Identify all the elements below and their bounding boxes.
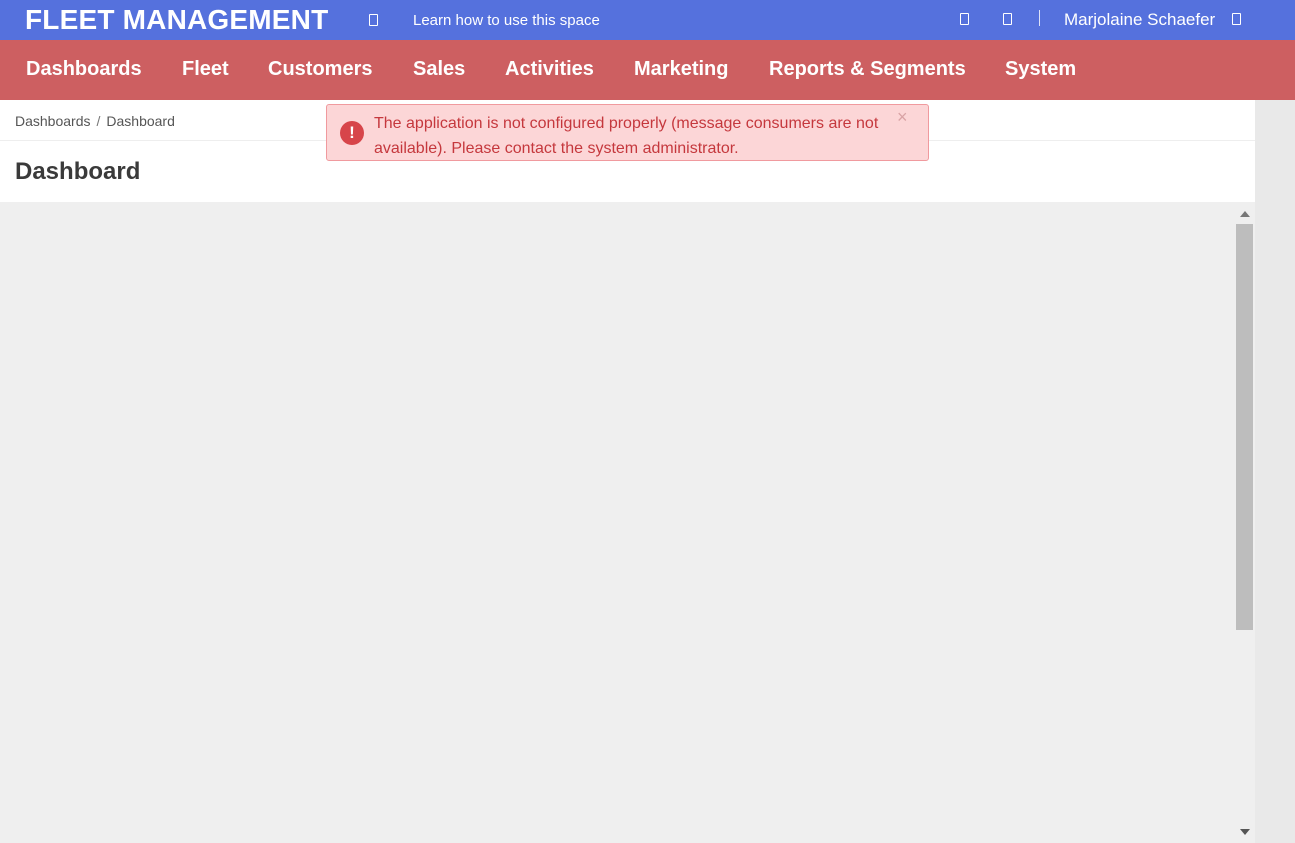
alert-message: The application is not configured proper…	[374, 115, 879, 157]
close-icon[interactable]: ×	[897, 107, 908, 128]
nav-item-sales[interactable]: Sales	[413, 58, 465, 81]
scroll-up-arrow-icon[interactable]	[1240, 211, 1250, 217]
page-title: Dashboard	[15, 158, 141, 185]
nav-item-dashboards[interactable]: Dashboards	[26, 58, 142, 81]
breadcrumb: Dashboards / Dashboard	[15, 113, 175, 129]
right-gutter	[1255, 100, 1295, 843]
nav-item-reports-segments[interactable]: Reports & Segments	[769, 58, 966, 81]
nav-item-system[interactable]: System	[1005, 58, 1076, 81]
divider	[1039, 10, 1040, 26]
breadcrumb-item-current: Dashboard	[106, 113, 175, 129]
vertical-scrollbar[interactable]	[1236, 208, 1254, 843]
book-icon[interactable]	[369, 14, 378, 26]
nav-item-fleet[interactable]: Fleet	[182, 58, 229, 81]
top-bar: FLEET MANAGEMENT Learn how to use this s…	[0, 0, 1295, 40]
error-alert: ! The application is not configured prop…	[326, 104, 929, 161]
nav-item-customers[interactable]: Customers	[268, 58, 372, 81]
help-link[interactable]: Learn how to use this space	[413, 12, 600, 29]
breadcrumb-item[interactable]: Dashboards	[15, 113, 91, 129]
settings-icon[interactable]	[1003, 13, 1012, 25]
nav-item-activities[interactable]: Activities	[505, 58, 594, 81]
chevron-down-icon[interactable]	[1232, 13, 1241, 25]
error-icon: !	[340, 121, 364, 145]
app-title[interactable]: FLEET MANAGEMENT	[25, 4, 328, 36]
breadcrumb-separator: /	[96, 113, 101, 129]
notification-icon[interactable]	[960, 13, 969, 25]
user-menu[interactable]: Marjolaine Schaefer	[1064, 10, 1215, 30]
scroll-down-arrow-icon[interactable]	[1240, 829, 1250, 835]
nav-item-marketing[interactable]: Marketing	[634, 58, 728, 81]
scrollbar-thumb[interactable]	[1236, 224, 1253, 630]
main-navigation: Dashboards Fleet Customers Sales Activit…	[0, 40, 1295, 100]
